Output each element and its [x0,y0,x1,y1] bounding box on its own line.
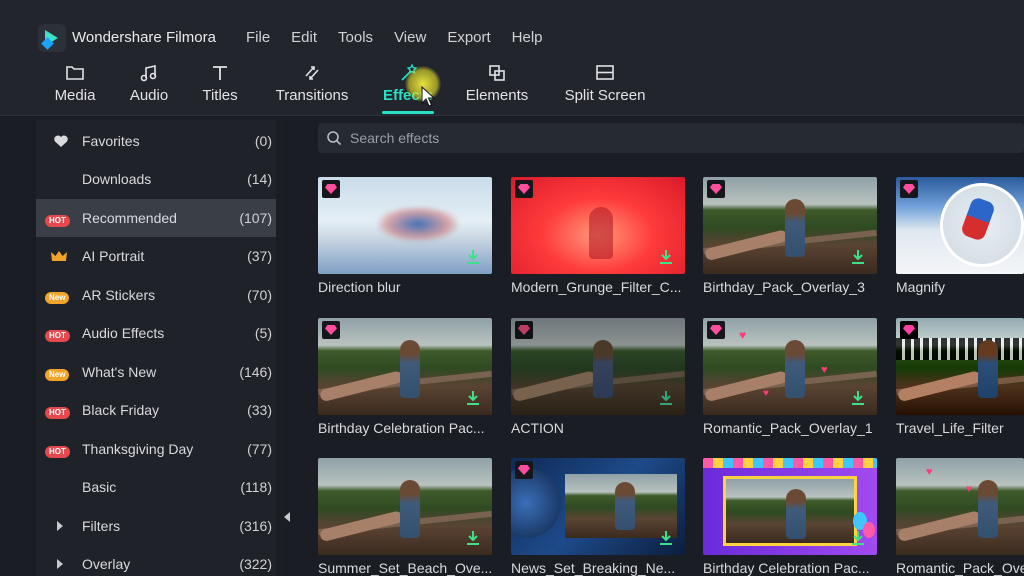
tab-titles[interactable]: Titles [196,56,244,116]
menu-tools[interactable]: Tools [338,29,373,46]
tab-transitions[interactable]: Transitions [272,56,352,116]
menu-view[interactable]: View [394,29,426,46]
effect-thumbnail[interactable] [318,458,492,555]
tab-audio[interactable]: Audio [126,56,172,116]
premium-gem-icon [900,180,918,198]
download-icon[interactable] [659,530,673,546]
premium-gem-icon [322,321,340,339]
text-t-icon [210,64,230,82]
menu-bar: File Edit Tools View Export Help [246,29,564,46]
download-icon[interactable] [659,390,673,406]
music-note-icon [139,64,159,82]
heart-icon [45,133,73,149]
premium-gem-icon [515,321,533,339]
sidebar-item-filters[interactable]: Filters (316) [36,507,276,545]
sidebar-item-favorites[interactable]: Favorites (0) [36,122,276,160]
module-toolbar: Media Audio Titles Transitions Effects E… [0,56,1024,116]
split-screen-icon [595,64,615,82]
download-icon[interactable] [466,249,480,265]
download-icon[interactable] [659,249,673,265]
sidebar-item-downloads[interactable]: Downloads (14) [36,160,276,198]
hot-badge: HOT [45,407,70,419]
effect-thumbnail[interactable] [703,458,877,555]
download-icon[interactable] [851,390,865,406]
new-badge: New [45,369,69,381]
category-sidebar: Favorites (0) Downloads (14) HOT Recomme… [36,120,276,576]
effect-thumbnail[interactable] [318,177,492,274]
sidebar-item-whats-new[interactable]: New What's New (146) [36,353,276,391]
search-input[interactable] [350,123,950,153]
crown-icon [45,248,73,264]
premium-gem-icon [515,180,533,198]
effect-thumbnail[interactable] [511,318,685,415]
download-icon[interactable] [466,390,480,406]
title-bar: Wondershare Filmora File Edit Tools View… [0,0,1024,56]
collapse-sidebar-icon[interactable] [284,512,290,522]
sidebar-item-ar-stickers[interactable]: New AR Stickers (70) [36,276,276,314]
mouse-cursor-icon [421,86,435,108]
search-icon [326,130,342,146]
sidebar-item-ai-portrait[interactable]: AI Portrait (37) [36,237,276,275]
sidebar-item-basic[interactable]: Basic (118) [36,468,276,506]
expand-arrow-icon[interactable] [57,521,63,531]
menu-export[interactable]: Export [447,29,490,46]
effect-thumbnail[interactable] [703,177,877,274]
search-bar [318,123,1024,153]
premium-gem-icon [707,321,725,339]
effect-thumbnail[interactable]: ♥ ♥ [896,458,1024,555]
sidebar-item-audio-effects[interactable]: HOT Audio Effects (5) [36,314,276,352]
expand-arrow-icon[interactable] [57,559,63,569]
tab-split-screen[interactable]: Split Screen [564,56,646,116]
effect-thumbnail[interactable] [511,177,685,274]
tab-elements[interactable]: Elements [464,56,530,116]
layers-icon [487,64,507,82]
effect-thumbnail[interactable] [896,318,1024,415]
hot-badge: HOT [45,330,70,342]
download-icon[interactable] [851,249,865,265]
effect-thumbnail[interactable] [511,458,685,555]
effect-thumbnail[interactable] [896,177,1024,274]
transition-arrows-icon [302,64,322,82]
active-tab-indicator [382,111,434,114]
premium-gem-icon [515,461,533,479]
hot-badge: HOT [45,215,70,227]
premium-gem-icon [707,180,725,198]
effect-thumbnail[interactable] [318,318,492,415]
sidebar-scrollbar[interactable] [278,120,284,576]
effect-thumbnail[interactable]: ♥ ♥ ♥ [703,318,877,415]
folder-icon [65,64,85,82]
premium-gem-icon [322,180,340,198]
menu-help[interactable]: Help [512,29,543,46]
app-title: Wondershare Filmora [72,29,216,46]
sidebar-item-black-friday[interactable]: HOT Black Friday (33) [36,391,276,429]
tab-media[interactable]: Media [52,56,98,116]
sidebar-item-recommended[interactable]: HOT Recommended (107) [36,199,276,237]
menu-file[interactable]: File [246,29,270,46]
menu-edit[interactable]: Edit [291,29,317,46]
download-icon[interactable] [851,530,865,546]
filmora-logo-icon [38,24,66,52]
premium-gem-icon [900,321,918,339]
new-badge: New [45,292,69,304]
sidebar-item-thanksgiving-day[interactable]: HOT Thanksgiving Day (77) [36,430,276,468]
sidebar-item-overlay[interactable]: Overlay (322) [36,545,276,576]
download-icon[interactable] [466,530,480,546]
hot-badge: HOT [45,446,70,458]
